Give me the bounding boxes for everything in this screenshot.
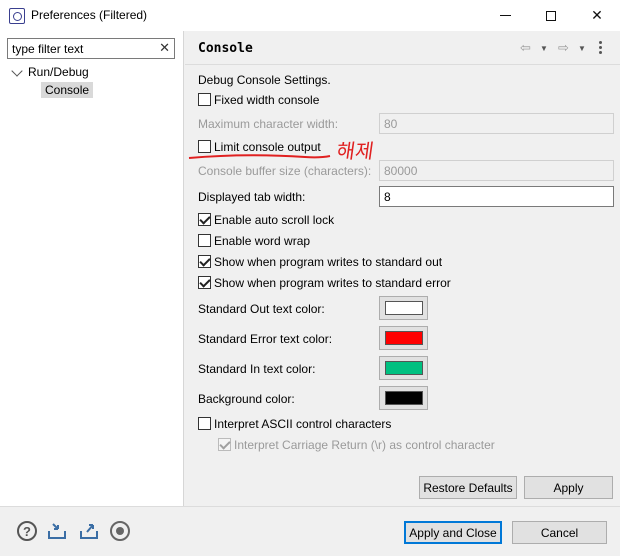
stdin-color-swatch xyxy=(385,361,423,375)
filter-input[interactable]: type filter text ✕ xyxy=(7,38,175,59)
buffer-size-label: Console buffer size (characters): xyxy=(198,164,372,178)
apply-button[interactable]: Apply xyxy=(524,476,613,499)
title-bar: Preferences (Filtered) ✕ xyxy=(0,0,620,31)
cancel-button[interactable]: Cancel xyxy=(512,521,607,544)
word-wrap-label: Enable word wrap xyxy=(214,234,311,248)
show-stderr-checkbox[interactable] xyxy=(198,276,211,289)
background-color-button[interactable] xyxy=(379,386,428,410)
background-color-label: Background color: xyxy=(198,392,295,406)
auto-scroll-checkbox[interactable] xyxy=(198,213,211,226)
tree-expand-icon[interactable] xyxy=(11,65,23,77)
back-dropdown-icon[interactable]: ▼ xyxy=(540,44,548,53)
minimize-icon xyxy=(499,15,511,16)
show-stdout-checkbox[interactable] xyxy=(198,255,211,268)
stderr-color-button[interactable] xyxy=(379,326,428,350)
max-char-width-label: Maximum character width: xyxy=(198,117,339,131)
fixed-width-label: Fixed width console xyxy=(214,93,320,107)
preferences-tree-panel: type filter text ✕ Run/Debug Console xyxy=(0,31,184,506)
stdout-color-label: Standard Out text color: xyxy=(198,302,325,316)
word-wrap-checkbox[interactable] xyxy=(198,234,211,247)
import-icon[interactable] xyxy=(47,521,67,541)
buffer-size-field[interactable]: 80000 xyxy=(379,160,614,181)
carriage-return-checkbox[interactable] xyxy=(218,438,231,451)
tab-width-field[interactable]: 8 xyxy=(379,186,614,207)
tab-width-label: Displayed tab width: xyxy=(198,190,306,204)
record-icon[interactable] xyxy=(110,521,130,541)
show-stderr-label: Show when program writes to standard err… xyxy=(214,276,451,290)
back-arrow-icon[interactable]: ⇦ xyxy=(520,40,531,56)
view-menu-icon[interactable] xyxy=(599,41,603,56)
maximize-icon xyxy=(546,10,556,21)
restore-defaults-button[interactable]: Restore Defaults xyxy=(419,476,517,499)
window-title: Preferences (Filtered) xyxy=(31,8,148,22)
stdout-color-button[interactable] xyxy=(379,296,428,320)
stdin-color-button[interactable] xyxy=(379,356,428,380)
close-icon: ✕ xyxy=(591,7,603,23)
auto-scroll-label: Enable auto scroll lock xyxy=(214,213,335,227)
page-header: Console ⇦ ▼ ⇨ ▼ xyxy=(185,31,620,65)
close-button[interactable]: ✕ xyxy=(574,0,620,31)
page-title: Console xyxy=(198,41,253,56)
help-icon[interactable]: ? xyxy=(17,521,37,541)
background-color-swatch xyxy=(385,391,423,405)
buffer-size-value: 80000 xyxy=(384,164,418,178)
filter-input-text: type filter text xyxy=(12,42,84,56)
stdin-color-label: Standard In text color: xyxy=(198,362,316,376)
forward-dropdown-icon[interactable]: ▼ xyxy=(578,44,586,53)
tree-item-run-debug[interactable]: Run/Debug xyxy=(28,65,89,79)
annotation-text: 해제 xyxy=(335,139,376,163)
stderr-color-swatch xyxy=(385,331,423,345)
carriage-return-label: Interpret Carriage Return (\r) as contro… xyxy=(234,438,495,452)
section-heading: Debug Console Settings. xyxy=(198,73,331,87)
ascii-checkbox[interactable] xyxy=(198,417,211,430)
apply-and-close-button[interactable]: Apply and Close xyxy=(404,521,502,544)
max-char-width-field[interactable]: 80 xyxy=(379,113,614,134)
max-char-width-value: 80 xyxy=(384,117,398,131)
preference-page: Console ⇦ ▼ ⇨ ▼ Debug Console Settings. … xyxy=(185,31,620,506)
stdout-color-swatch xyxy=(385,301,423,315)
eclipse-app-icon xyxy=(9,8,25,24)
forward-arrow-icon[interactable]: ⇨ xyxy=(558,40,569,56)
stderr-color-label: Standard Error text color: xyxy=(198,332,333,346)
clear-filter-icon[interactable]: ✕ xyxy=(159,40,170,56)
maximize-button[interactable] xyxy=(528,0,574,31)
tab-width-value: 8 xyxy=(384,190,391,204)
ascii-label: Interpret ASCII control characters xyxy=(214,417,392,431)
dialog-footer: ? Apply and Close Cancel xyxy=(0,506,620,556)
fixed-width-checkbox[interactable] xyxy=(198,93,211,106)
show-stdout-label: Show when program writes to standard out xyxy=(214,255,443,269)
tree-item-console[interactable]: Console xyxy=(41,82,94,98)
minimize-button[interactable] xyxy=(482,0,528,31)
export-icon[interactable] xyxy=(79,521,99,541)
